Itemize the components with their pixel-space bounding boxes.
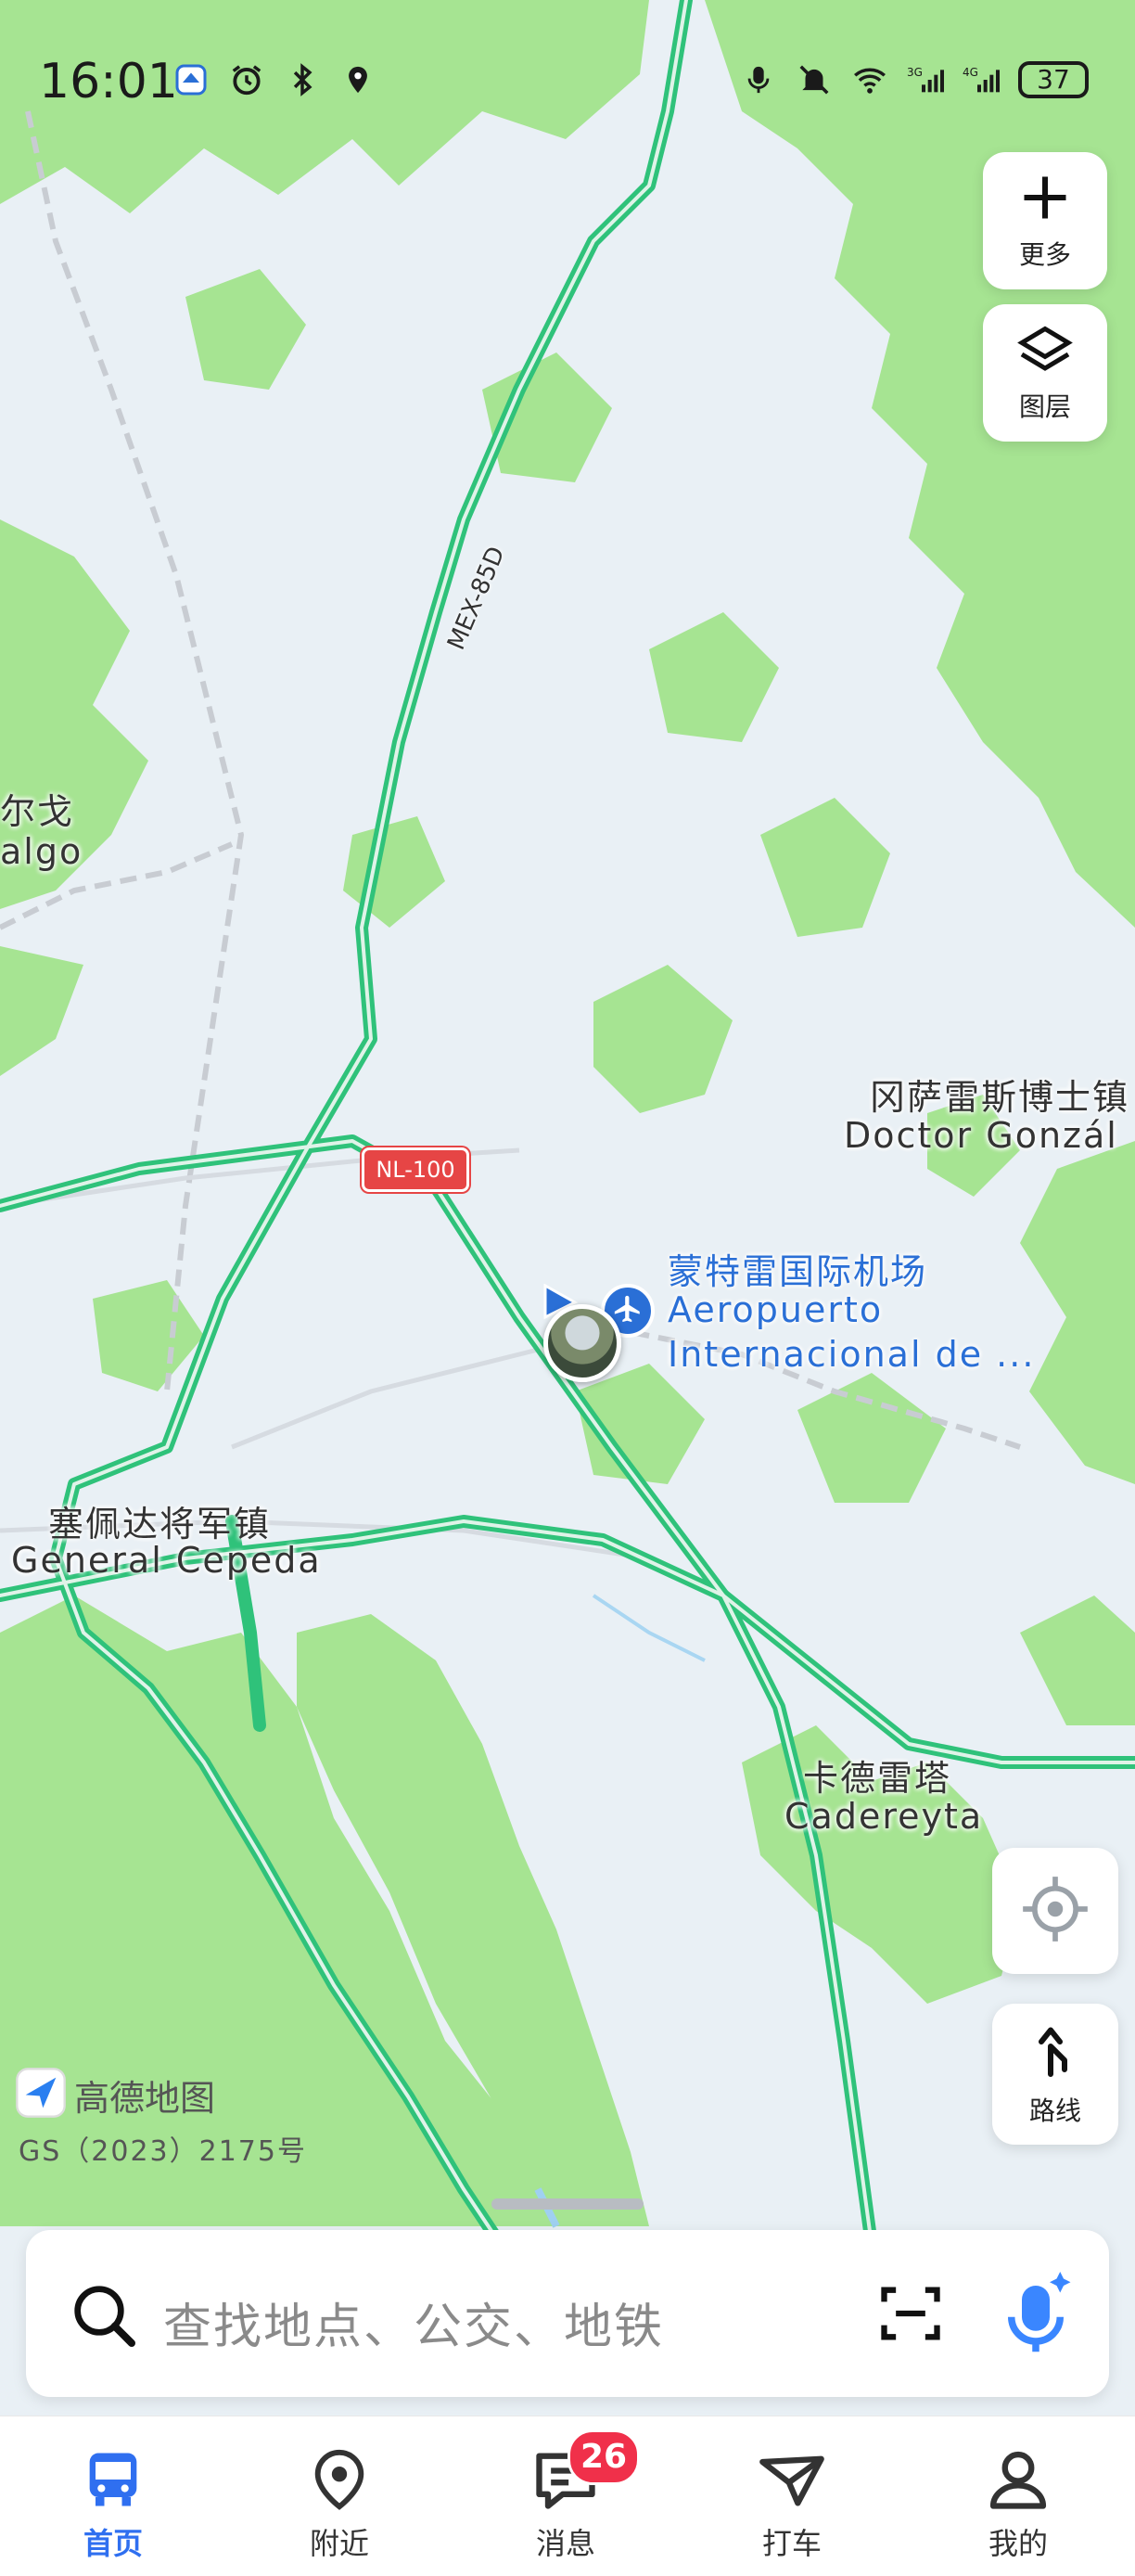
town-label[interactable]: Cadereyta — [784, 1796, 983, 1837]
amap-logo-icon — [15, 2067, 67, 2122]
voice-search-icon[interactable] — [994, 2267, 1078, 2364]
battery-indicator: 37 — [1018, 61, 1089, 98]
place-label: 尔戈 — [0, 791, 75, 832]
alarm-icon — [228, 61, 265, 98]
status-bar: 16:01 3G 4G 37 — [0, 0, 1135, 167]
search-input[interactable]: 查找地点、公交、地铁 — [163, 2288, 664, 2357]
location-pin-icon — [302, 2442, 376, 2517]
nav-messages[interactable]: 26 消息 — [453, 2416, 679, 2576]
map-brand: 高德地图 — [15, 2067, 215, 2122]
plus-icon — [1017, 170, 1073, 229]
status-time: 16:01 — [39, 54, 178, 109]
airport-label[interactable]: Internacional de ... — [668, 1334, 1035, 1375]
route-arrow-icon — [1027, 2020, 1083, 2085]
nav-home[interactable]: 首页 — [0, 2416, 226, 2576]
brand-name: 高德地图 — [74, 2077, 216, 2119]
location-icon — [339, 61, 376, 98]
bluetooth-icon — [284, 61, 321, 98]
bus-icon — [76, 2442, 150, 2517]
scan-icon[interactable] — [875, 2278, 946, 2352]
locate-me-button[interactable] — [992, 1848, 1118, 1974]
nav-taxi-label: 打车 — [761, 2526, 822, 2561]
airport-label[interactable]: Aeropuerto — [668, 1289, 883, 1330]
route-button[interactable]: 路线 — [992, 2004, 1118, 2145]
town-label[interactable]: General Cepeda — [11, 1540, 322, 1581]
map-license: GS（2023）2175号 — [19, 2135, 307, 2168]
place-label: algo — [0, 831, 83, 872]
app-notification-icon — [172, 61, 210, 98]
route-label: 路线 — [1028, 2095, 1081, 2126]
layers-button[interactable]: 图层 — [983, 304, 1107, 442]
user-icon — [981, 2442, 1055, 2517]
layers-label: 图层 — [1018, 391, 1071, 422]
layers-icon — [1014, 322, 1076, 381]
road-shield: NL-100 — [362, 1147, 469, 1192]
user-location-marker[interactable] — [542, 1283, 625, 1386]
nav-home-label: 首页 — [83, 2526, 143, 2561]
nav-nearby-label: 附近 — [309, 2526, 369, 2561]
bottom-navigation: 首页 附近 26 消息 打车 我的 — [0, 2416, 1135, 2576]
nav-profile-label: 我的 — [988, 2526, 1048, 2561]
nav-profile[interactable]: 我的 — [905, 2416, 1131, 2576]
more-label: 更多 — [1018, 239, 1071, 270]
search-bar[interactable]: 查找地点、公交、地铁 — [26, 2230, 1109, 2397]
airport-label[interactable]: 蒙特雷国际机场 — [668, 1243, 927, 1294]
nav-nearby[interactable]: 附近 — [226, 2416, 453, 2576]
nav-messages-label: 消息 — [535, 2526, 595, 2561]
town-label[interactable]: 卡德雷塔 — [803, 1749, 951, 1801]
message-icon: 26 — [529, 2429, 640, 2517]
drag-handle[interactable] — [491, 2198, 644, 2210]
crosshair-icon — [1020, 1874, 1090, 1948]
svg-text:3G: 3G — [907, 66, 923, 79]
town-label[interactable]: Doctor Gonzál — [844, 1115, 1118, 1156]
microphone-icon — [740, 61, 777, 98]
taxi-icon — [755, 2442, 829, 2517]
avatar — [543, 1304, 621, 1382]
wifi-icon — [851, 61, 888, 98]
message-count-badge: 26 — [568, 2429, 640, 2485]
more-button[interactable]: 更多 — [983, 152, 1107, 289]
nav-taxi[interactable]: 打车 — [679, 2416, 905, 2576]
signal-3g-icon: 3G — [907, 61, 944, 98]
svg-text:4G: 4G — [963, 66, 978, 79]
town-label[interactable]: 冈萨雷斯博士镇 — [870, 1069, 1129, 1120]
town-label[interactable]: 塞佩达将军镇 — [48, 1495, 271, 1546]
search-icon — [67, 2278, 141, 2356]
signal-4g-icon: 4G — [963, 61, 1000, 98]
mute-icon — [796, 61, 833, 98]
